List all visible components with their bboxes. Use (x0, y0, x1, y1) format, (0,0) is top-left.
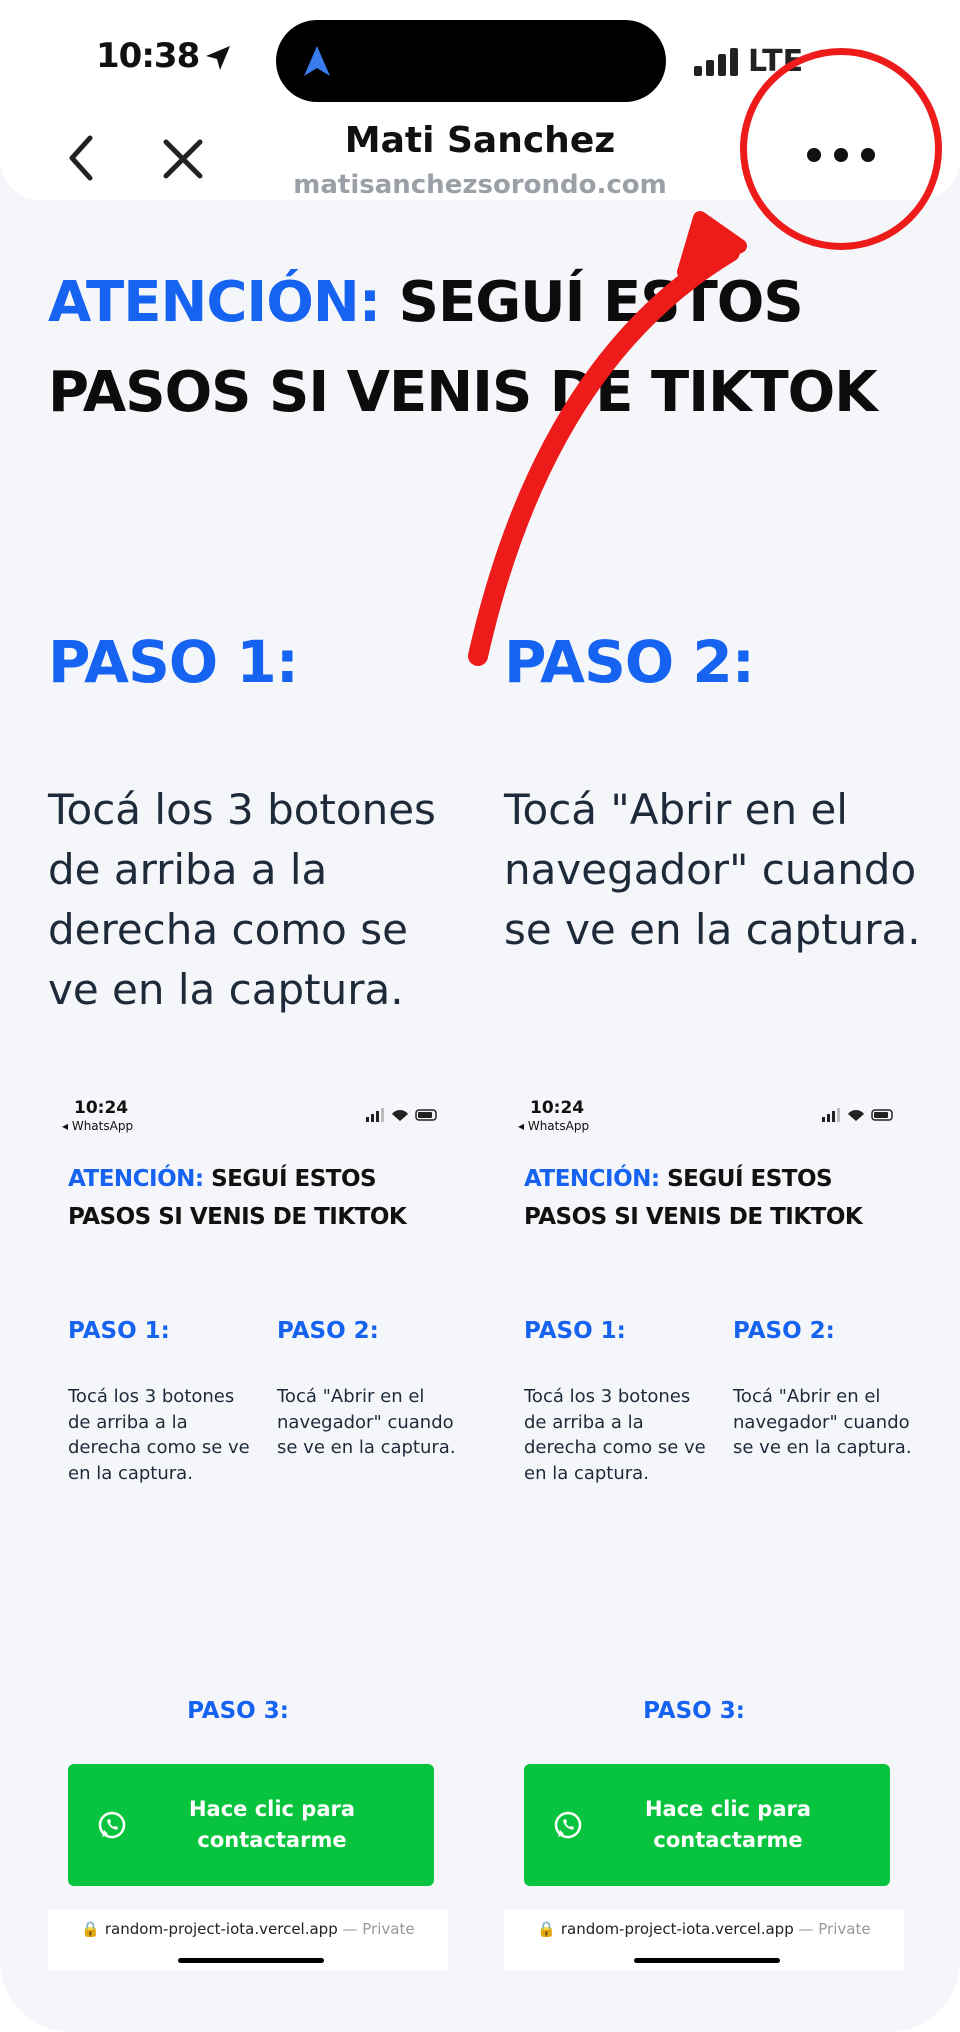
mini-paso-2-text: Tocá "Abrir en el navegador" cuando se v… (733, 1386, 912, 1458)
mini-paso-2: PASO 2: (733, 1318, 835, 1344)
mini-headline-accent: ATENCIÓN: (524, 1166, 660, 1192)
mini-time: 10:24 (74, 1098, 129, 1118)
mini-status-icons (822, 1108, 893, 1122)
step-1-text: Tocá los 3 botones de arriba a la derech… (48, 785, 436, 1014)
mini-status-icons (366, 1108, 437, 1122)
location-arrow-icon (206, 46, 230, 70)
page-headline: ATENCIÓN: SEGUÍ ESTOS PASOS SI VENIS DE … (48, 258, 908, 438)
mini-url: random-project-iota.vercel.app (560, 1920, 794, 1938)
mini-paso-1: PASO 1: (524, 1318, 626, 1344)
mini-paso-1-text: Tocá los 3 botones de arriba a la derech… (524, 1386, 706, 1484)
mini-headline: ATENCIÓN: SEGUÍ ESTOS PASOS SI VENIS DE … (68, 1160, 438, 1236)
contact-button-label: Hace clic para contactarme (188, 1797, 356, 1852)
mini-url-private: — Private (793, 1920, 871, 1938)
whatsapp-icon (554, 1811, 582, 1839)
mini-back-label: ◂ WhatsApp (518, 1119, 590, 1133)
mini-paso-3: PASO 3: (643, 1698, 745, 1724)
mini-headline-accent: ATENCIÓN: (68, 1166, 204, 1192)
screenshot-preview-1: 10:24 ◂ WhatsApp ATENCIÓN: SEGUÍ ESTOS P… (48, 1090, 456, 1970)
mini-paso-2: PASO 2: (277, 1318, 379, 1344)
mini-home-indicator (178, 1958, 324, 1963)
status-time: 10:38 (96, 36, 200, 76)
navigation-icon (304, 46, 330, 76)
step-2-title: PASO 2: (504, 628, 755, 696)
mini-paso-3: PASO 3: (187, 1698, 289, 1724)
whatsapp-contact-button[interactable]: Hace clic para contactarme (68, 1764, 434, 1886)
whatsapp-icon (98, 1811, 126, 1839)
headline-accent: ATENCIÓN: (48, 270, 381, 335)
step-2-text: Tocá "Abrir en el navegador" cuando se v… (504, 785, 921, 954)
contact-button-label: Hace clic para contactarme (644, 1797, 812, 1852)
mini-url-private: — Private (337, 1920, 415, 1938)
mini-back-label: ◂ WhatsApp (62, 1119, 134, 1133)
page: 10:38 LTE Mati Sanchez matisanchezsorond… (0, 0, 960, 2032)
mini-headline: ATENCIÓN: SEGUÍ ESTOS PASOS SI VENIS DE … (524, 1160, 894, 1236)
mini-paso-2-text: Tocá "Abrir en el navegador" cuando se v… (277, 1386, 456, 1458)
dynamic-island (276, 20, 666, 102)
mini-home-indicator (634, 1958, 780, 1963)
step-1-title: PASO 1: (48, 628, 299, 696)
mini-paso-1-text: Tocá los 3 botones de arriba a la derech… (68, 1386, 250, 1484)
mini-paso-1: PASO 1: (68, 1318, 170, 1344)
signal-icon (694, 48, 738, 76)
mini-time: 10:24 (530, 1098, 585, 1118)
whatsapp-contact-button[interactable]: Hace clic para contactarme (524, 1764, 890, 1886)
mini-url: random-project-iota.vercel.app (104, 1920, 338, 1938)
annotation-circle (740, 48, 942, 250)
screenshot-preview-2: 10:24 ◂ WhatsApp ATENCIÓN: SEGUÍ ESTOS P… (504, 1090, 912, 1970)
